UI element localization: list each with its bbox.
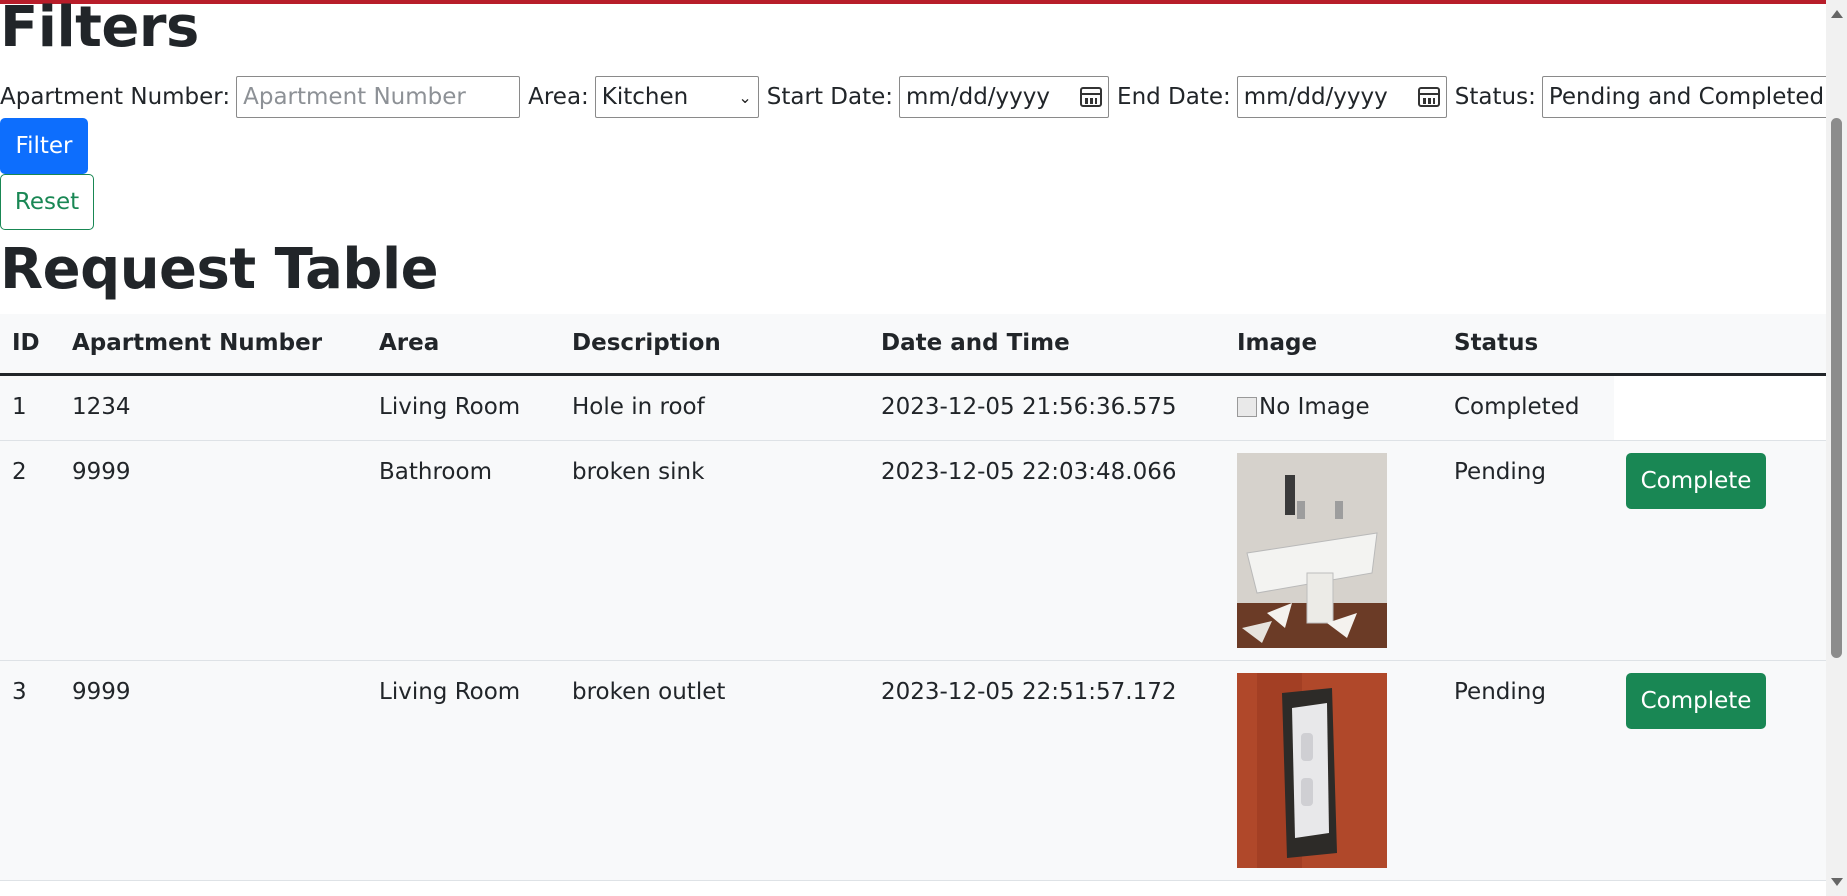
apartment-input[interactable]: Apartment Number [236,76,521,118]
header-image: Image [1225,314,1442,376]
filter-button[interactable]: Filter [0,118,88,174]
broken-sink-photo [1237,452,1387,648]
start-date-label: Start Date: [766,84,894,110]
cell-image [1225,440,1442,660]
scrollbar-thumb[interactable] [1831,118,1842,658]
request-table: ID Apartment Number Area Description Dat… [0,314,1826,881]
filters-title: Filters [0,0,199,60]
chevron-down-icon: ⌄ [738,87,752,107]
cell-datetime: 2023-12-05 22:03:48.066 [881,458,1177,485]
cell-area: Living Room [379,393,521,420]
cell-id: 1 [12,393,27,420]
header-area: Area [367,314,560,376]
cell-status: Completed [1454,393,1580,420]
start-date-input[interactable]: mm/dd/yyyy [899,76,1110,118]
complete-button[interactable]: Complete [1626,452,1766,509]
scroll-up-arrow-icon[interactable] [1831,10,1843,18]
broken-image: No Image [1237,394,1430,420]
status-select-value: Pending and Completed [1548,84,1825,110]
table-header-row: ID Apartment Number Area Description Dat… [0,314,1826,376]
cell-area: Living Room [379,678,521,705]
cell-id: 2 [12,458,27,485]
table-row: 1 1234 Living Room Hole in roof 2023-12-… [0,374,1826,440]
apartment-label: Apartment Number: [0,84,231,110]
cell-image [1225,660,1442,880]
cell-datetime: 2023-12-05 21:56:36.575 [881,393,1177,420]
status-select[interactable]: Pending and Completed ⌄ [1541,76,1844,118]
cell-apartment: 9999 [72,678,131,705]
cell-description: broken outlet [572,678,726,705]
vertical-scrollbar[interactable] [1826,0,1847,896]
table-row: 3 9999 Living Room broken outlet 2023-12… [0,660,1826,880]
area-select[interactable]: Kitchen ⌄ [594,76,759,118]
reset-button[interactable]: Reset [0,174,94,230]
cell-apartment: 9999 [72,458,131,485]
area-select-value: Kitchen [601,84,689,110]
request-table-title: Request Table [0,237,439,302]
broken-image-icon [1237,396,1257,417]
header-id: ID [0,314,60,376]
header-apartment-number: Apartment Number [60,314,367,376]
header-action [1614,314,1826,376]
area-label: Area: [528,84,589,110]
filter-row: Apartment Number: Apartment Number Area:… [0,72,1844,122]
broken-outlet-photo [1237,672,1387,868]
cell-id: 3 [12,678,27,705]
cell-status: Pending [1454,458,1546,485]
status-label: Status: [1454,84,1536,110]
cell-area: Bathroom [379,458,492,485]
table-row: 2 9999 Bathroom broken sink 2023-12-05 2… [0,440,1826,660]
cell-action: Complete [1614,660,1826,880]
image-alt-text: No Image [1259,393,1370,420]
cell-description: Hole in roof [572,393,705,420]
end-date-input[interactable]: mm/dd/yyyy [1236,76,1447,118]
end-date-value: mm/dd/yyyy [1243,84,1388,110]
cell-datetime: 2023-12-05 22:51:57.172 [881,678,1177,705]
scroll-down-arrow-icon[interactable] [1831,878,1843,886]
cell-action: Complete [1614,440,1826,660]
end-date-label: End Date: [1117,84,1231,110]
calendar-icon[interactable] [1080,87,1103,107]
complete-button[interactable]: Complete [1626,672,1766,729]
cell-action [1614,374,1826,440]
calendar-icon[interactable] [1417,87,1440,107]
cell-apartment: 1234 [72,393,131,420]
header-description: Description [560,314,869,376]
header-date-and-time: Date and Time [869,314,1225,376]
cell-image: No Image [1225,374,1442,440]
cell-description: broken sink [572,458,705,485]
header-status: Status [1442,314,1614,376]
start-date-value: mm/dd/yyyy [906,84,1050,110]
cell-status: Pending [1454,678,1546,705]
top-accent-bar [0,0,1847,4]
